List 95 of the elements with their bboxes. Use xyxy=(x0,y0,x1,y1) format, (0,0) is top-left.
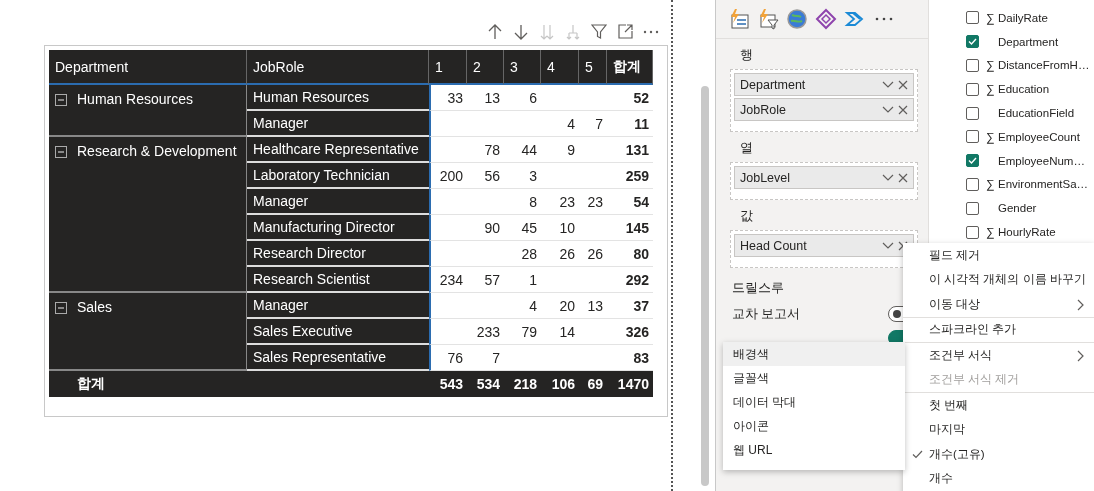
column-header[interactable]: 2 xyxy=(467,50,504,85)
field-name[interactable]: HourlyRate xyxy=(998,226,1056,239)
sigma-symbol: ∑ xyxy=(986,129,996,144)
field-name[interactable]: DistanceFromH… xyxy=(998,59,1090,72)
row-header: Manufacturing Director xyxy=(247,215,429,241)
menu-item[interactable]: 조건부 서식 xyxy=(903,343,1094,368)
menu-item[interactable]: 마지막 xyxy=(903,417,1094,442)
checkbox[interactable] xyxy=(966,82,979,96)
row-header: Manager xyxy=(247,111,429,137)
field-pill[interactable]: Department xyxy=(734,73,914,96)
field-pill[interactable]: JobRole xyxy=(734,98,914,121)
scrollbar[interactable] xyxy=(701,86,709,486)
column-header[interactable]: 4 xyxy=(541,50,579,85)
checkbox[interactable] xyxy=(966,201,979,215)
diamond-icon[interactable] xyxy=(815,8,837,30)
table-cell: 33 xyxy=(429,85,467,111)
close-icon[interactable] xyxy=(898,172,908,183)
menu-item[interactable]: 개수(고유) xyxy=(903,442,1094,467)
row-header: Laboratory Technician xyxy=(247,163,429,189)
menu-item[interactable]: 웹 URL xyxy=(723,438,905,462)
section-label: 드릴스루 xyxy=(731,279,785,297)
menu-item[interactable]: 스파크라인 추가 xyxy=(903,317,1094,342)
checkbox[interactable] xyxy=(966,59,979,72)
bolt-filter-icon[interactable] xyxy=(757,8,779,30)
field-name[interactable]: Education xyxy=(998,83,1050,96)
collapse-icon[interactable] xyxy=(55,146,67,158)
total-cell: 1470 xyxy=(607,371,653,397)
menu-item[interactable]: 개수 xyxy=(903,466,1094,491)
row-header: Human Resources xyxy=(247,85,429,111)
up-arrow-icon[interactable] xyxy=(487,23,503,41)
row-header: Human Resources xyxy=(77,91,193,107)
down-arrow-icon[interactable] xyxy=(513,23,529,41)
column-header[interactable]: 3 xyxy=(504,50,541,85)
row-header: Manager xyxy=(247,293,429,319)
section-label: 값 xyxy=(739,207,754,225)
field-name[interactable]: EmployeeNum… xyxy=(998,154,1085,167)
field-name[interactable]: EducationField xyxy=(998,107,1075,120)
row-header: Healthcare Representative xyxy=(247,137,429,163)
checkbox[interactable] xyxy=(966,106,979,120)
menu-item[interactable]: 아이콘 xyxy=(723,414,905,438)
menu-item[interactable]: 데이터 막대 xyxy=(723,390,905,414)
total-cell: 218 xyxy=(504,371,541,397)
table-cell: 76 xyxy=(429,345,467,371)
sigma-symbol: ∑ xyxy=(986,10,996,25)
row-header: Manager xyxy=(247,189,429,215)
menu-item[interactable]: 이동 대상 xyxy=(903,292,1094,317)
column-header[interactable]: Department xyxy=(49,50,247,85)
total-cell: 543 xyxy=(429,371,467,397)
toggle-label: 교차 보고서 xyxy=(732,305,801,323)
menu-item[interactable]: 배경색 xyxy=(723,342,905,366)
total-cell: 106 xyxy=(541,371,579,397)
focus-mode-icon[interactable] xyxy=(617,23,633,41)
field-name[interactable]: DailyRate xyxy=(998,11,1048,24)
menu-item[interactable]: 첫 번째 xyxy=(903,393,1094,418)
checkbox[interactable] xyxy=(966,35,979,49)
checkbox[interactable] xyxy=(966,130,979,144)
close-icon[interactable] xyxy=(898,104,908,115)
total-cell: 534 xyxy=(467,371,504,397)
close-icon[interactable] xyxy=(898,79,908,90)
field-pill[interactable]: Head Count xyxy=(734,234,914,257)
total-cell: 69 xyxy=(579,371,607,397)
column-header[interactable]: 5 xyxy=(579,50,607,85)
column-header[interactable]: JobRole xyxy=(247,50,429,85)
globe-icon[interactable] xyxy=(786,8,808,30)
field-name[interactable]: Gender xyxy=(998,202,1037,215)
row-header: Sales Representative xyxy=(247,345,429,371)
filter-icon[interactable] xyxy=(591,23,607,41)
collapse-icon[interactable] xyxy=(55,302,67,314)
row-header: Research Director xyxy=(247,241,429,267)
section-label: 행 xyxy=(739,46,754,64)
checkbox[interactable] xyxy=(966,225,979,239)
total-label: 합계 xyxy=(76,375,105,393)
table-cell: 200 xyxy=(429,163,467,189)
table-cell: 234 xyxy=(429,267,467,293)
sigma-symbol: ∑ xyxy=(986,82,996,97)
sigma-symbol: ∑ xyxy=(986,177,996,192)
checkbox[interactable] xyxy=(966,154,979,168)
collapse-icon[interactable] xyxy=(55,94,67,106)
sigma-symbol: ∑ xyxy=(986,58,996,73)
field-name[interactable]: EnvironmentSa… xyxy=(998,178,1089,191)
checkbox[interactable] xyxy=(966,177,979,191)
field-name[interactable]: Department xyxy=(998,35,1059,48)
row-header: Research & Development xyxy=(77,143,237,159)
checkbox[interactable] xyxy=(966,11,979,25)
column-header[interactable]: 합계 xyxy=(607,50,653,85)
menu-item[interactable]: 이 시각적 개체의 이름 바꾸기 xyxy=(903,267,1094,292)
column-header[interactable]: 1 xyxy=(429,50,467,85)
field-pill[interactable]: JobLevel xyxy=(734,166,914,189)
row-header: Sales xyxy=(77,299,113,315)
sigma-symbol: ∑ xyxy=(986,225,996,240)
row-header: Research Scientist xyxy=(247,267,429,293)
row-header: Sales Executive xyxy=(247,319,429,345)
section-label: 열 xyxy=(739,139,754,157)
field-name[interactable]: EmployeeCount xyxy=(998,130,1080,143)
menu-item[interactable]: 글꼴색 xyxy=(723,366,905,390)
